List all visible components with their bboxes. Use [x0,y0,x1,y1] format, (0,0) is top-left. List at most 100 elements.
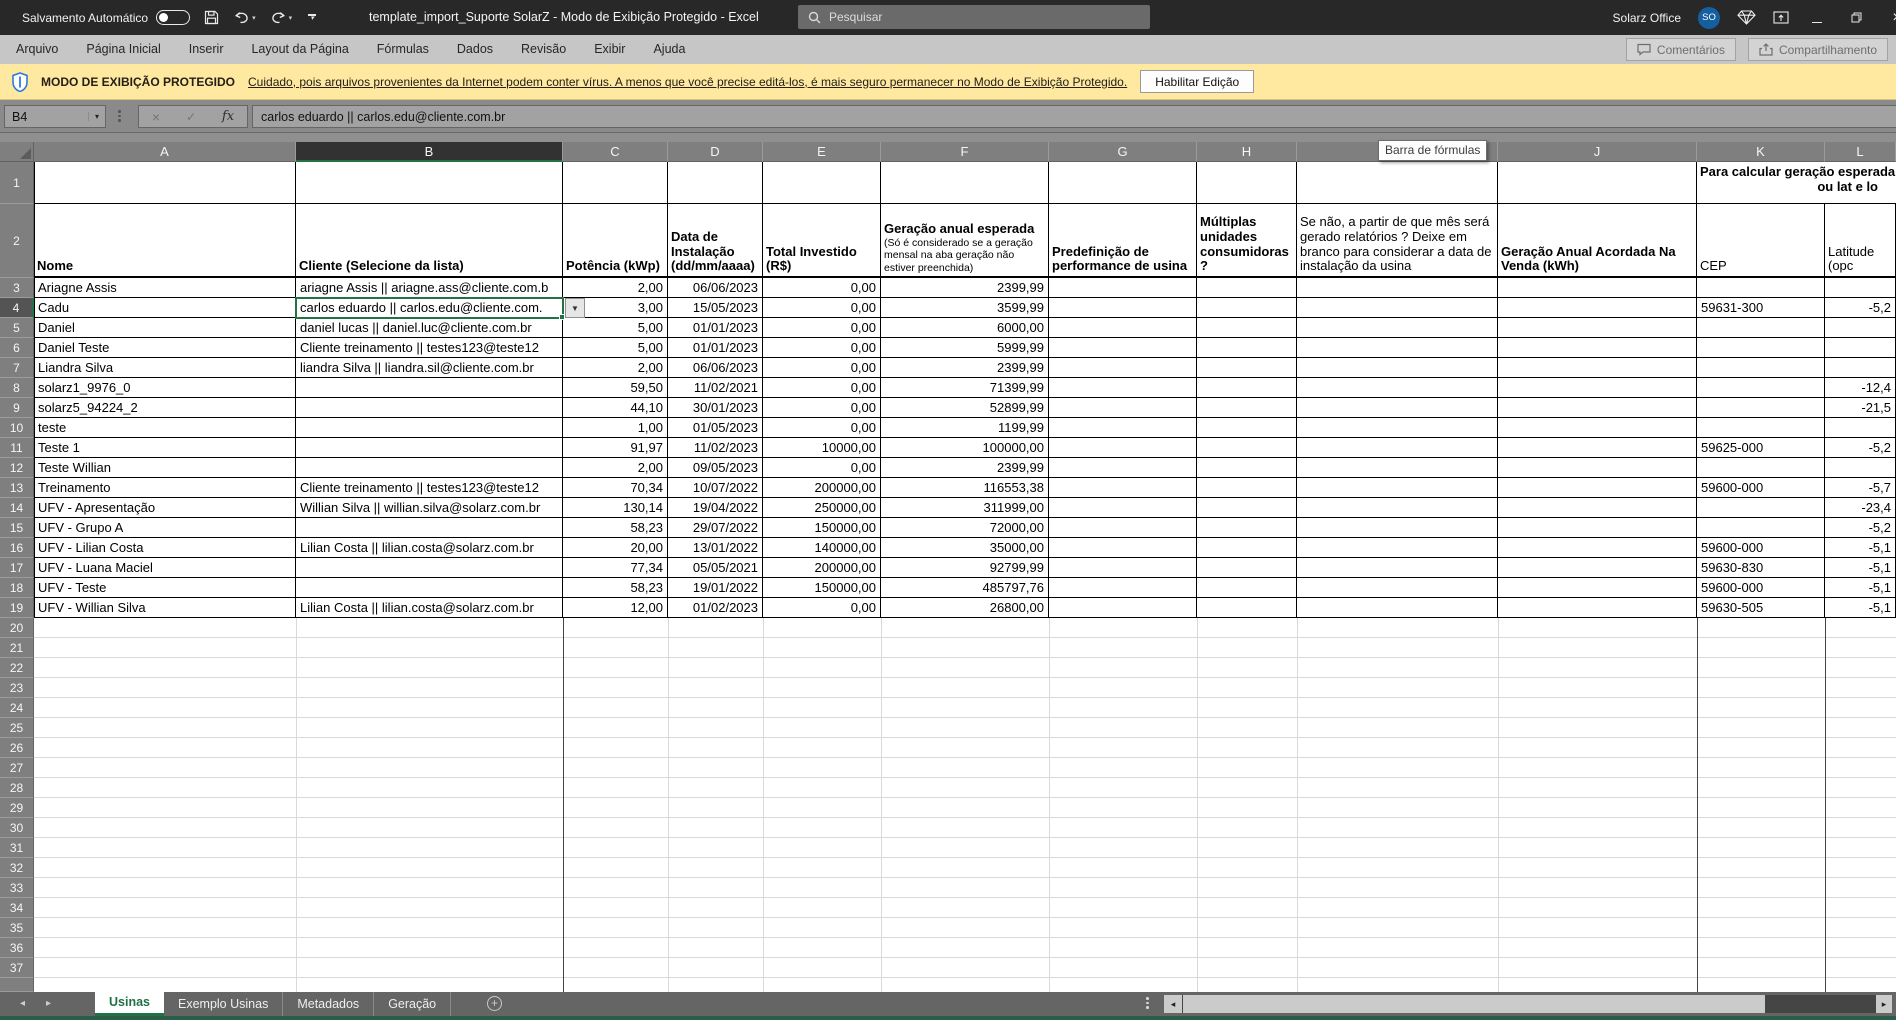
cell-K2[interactable]: CEP [1697,204,1825,278]
tabbar-handle[interactable] [1146,997,1149,1009]
cell-F15[interactable]: 72000,00 [881,518,1049,538]
cell-H16[interactable] [1197,538,1297,558]
cell-J7[interactable] [1498,358,1697,378]
cell-G8[interactable] [1049,378,1197,398]
cell-L18[interactable]: -5,1 [1825,578,1896,598]
cell-L8[interactable]: -12,4 [1825,378,1896,398]
cell-K13[interactable]: 59600-000 [1697,478,1825,498]
cell-D11[interactable]: 11/02/2023 [668,438,763,458]
cell-A19[interactable]: UFV - Willian Silva [34,598,296,618]
empty-cells-area[interactable] [34,618,1896,992]
cell-G6[interactable] [1049,338,1197,358]
formula-bar-handle[interactable] [118,110,121,122]
cell-I14[interactable] [1297,498,1498,518]
row-header-1[interactable]: 1 [0,162,34,204]
ribbon-tab-formulas[interactable]: Fórmulas [363,35,443,64]
cell-C2[interactable]: Potência (kWp) [563,204,668,278]
cell-H18[interactable] [1197,578,1297,598]
cell-A7[interactable]: Liandra Silva [34,358,296,378]
row-header-15[interactable]: 15 [0,518,34,538]
cell-K15[interactable] [1697,518,1825,538]
cell-F4[interactable]: 3599,99 [881,298,1049,318]
sheet-nav-right-icon[interactable]: ▸ [46,992,51,1016]
cell-J12[interactable] [1498,458,1697,478]
ribbon-tab-pagina-inicial[interactable]: Página Inicial [72,35,174,64]
cell-K19[interactable]: 59630-505 [1697,598,1825,618]
row-header-5[interactable]: 5 [0,318,34,338]
column-header-D[interactable]: D [668,142,763,162]
cell-E5[interactable]: 0,00 [763,318,881,338]
cell-J13[interactable] [1498,478,1697,498]
cell-H8[interactable] [1197,378,1297,398]
cell-G19[interactable] [1049,598,1197,618]
cell-B9[interactable] [296,398,563,418]
cell-G11[interactable] [1049,438,1197,458]
cell-H12[interactable] [1197,458,1297,478]
ribbon-tab-inserir[interactable]: Inserir [175,35,238,64]
cell-H7[interactable] [1197,358,1297,378]
select-all-corner[interactable] [0,142,34,162]
cell-J11[interactable] [1498,438,1697,458]
minimize-button[interactable] [1806,10,1828,26]
cell-F6[interactable]: 5999,99 [881,338,1049,358]
cell-K14[interactable] [1697,498,1825,518]
cell-A4[interactable]: Cadu [34,298,296,318]
cell-H15[interactable] [1197,518,1297,538]
cell-J9[interactable] [1498,398,1697,418]
cell-E13[interactable]: 200000,00 [763,478,881,498]
cell-G1[interactable] [1049,162,1197,204]
cell-E4[interactable]: 0,00 [763,298,881,318]
cell-A13[interactable]: Treinamento [34,478,296,498]
cell-F2[interactable]: Geração anual esperada(Só é considerado … [881,204,1049,278]
column-header-A[interactable]: A [34,142,296,162]
cell-E10[interactable]: 0,00 [763,418,881,438]
cell-G4[interactable] [1049,298,1197,318]
cell-J5[interactable] [1498,318,1697,338]
row-header-25[interactable]: 25 [0,718,34,738]
cell-D5[interactable]: 01/01/2023 [668,318,763,338]
cell-B7[interactable]: liandra Silva || liandra.sil@cliente.com… [296,358,563,378]
cell-B1[interactable] [296,162,563,204]
cell-C12[interactable]: 2,00 [563,458,668,478]
cell-D19[interactable]: 01/02/2023 [668,598,763,618]
column-header-F[interactable]: F [881,142,1049,162]
column-header-H[interactable]: H [1197,142,1297,162]
cell-I11[interactable] [1297,438,1498,458]
insert-function-icon[interactable]: fx [222,109,234,124]
autosave-control[interactable]: Salvamento Automático [22,10,190,25]
cell-F13[interactable]: 116553,38 [881,478,1049,498]
scroll-right-icon[interactable]: ▸ [1876,995,1892,1013]
cell-I9[interactable] [1297,398,1498,418]
cell-J15[interactable] [1498,518,1697,538]
cell-A16[interactable]: UFV - Lilian Costa [34,538,296,558]
cell-F7[interactable]: 2399,99 [881,358,1049,378]
row-header-9[interactable]: 9 [0,398,34,418]
cell-G14[interactable] [1049,498,1197,518]
cell-A2[interactable]: Nome [34,204,296,278]
cell-A15[interactable]: UFV - Grupo A [34,518,296,538]
name-box[interactable]: B4 ▾ [4,105,106,128]
cell-C8[interactable]: 59,50 [563,378,668,398]
undo-button[interactable]: ▾ [233,11,256,25]
cell-H11[interactable] [1197,438,1297,458]
ribbon-tab-revisao[interactable]: Revisão [507,35,580,64]
cell-F14[interactable]: 311999,00 [881,498,1049,518]
cell-D13[interactable]: 10/07/2022 [668,478,763,498]
cell-L17[interactable]: -5,1 [1825,558,1896,578]
comments-button[interactable]: Comentários [1626,38,1736,61]
cell-A6[interactable]: Daniel Teste [34,338,296,358]
cell-D16[interactable]: 13/01/2022 [668,538,763,558]
row-header-8[interactable]: 8 [0,378,34,398]
cell-A12[interactable]: Teste Willian [34,458,296,478]
cell-I17[interactable] [1297,558,1498,578]
row-header-21[interactable]: 21 [0,638,34,658]
cell-A3[interactable]: Ariagne Assis [34,278,296,298]
cell-I19[interactable] [1297,598,1498,618]
enter-icon[interactable]: ✓ [186,110,196,124]
cell-H1[interactable] [1197,162,1297,204]
cell-A18[interactable]: UFV - Teste [34,578,296,598]
cell-H19[interactable] [1197,598,1297,618]
cell-F9[interactable]: 52899,99 [881,398,1049,418]
sheet-tab-geracao[interactable]: Geração [374,992,451,1016]
undo-dropdown-icon[interactable]: ▾ [252,14,256,22]
